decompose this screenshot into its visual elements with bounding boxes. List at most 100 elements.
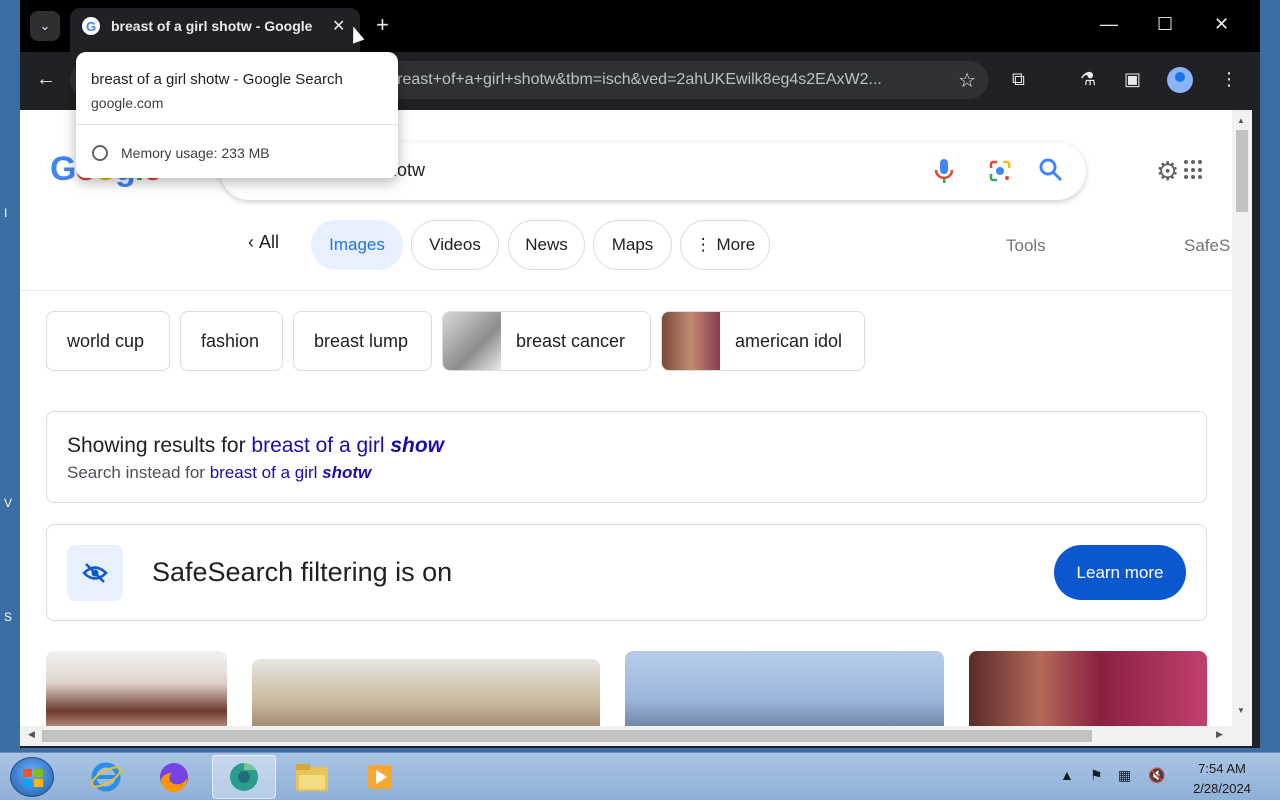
clock-date: 2/28/2024 (1193, 781, 1251, 796)
hover-card-domain: google.com (91, 95, 164, 111)
google-search-page: Google shotw ⚙ ‹ All (20, 110, 1232, 726)
original-query-text: breast of a girl (209, 463, 323, 482)
desktop-edge-glyph: I (4, 206, 8, 220)
close-tab-icon[interactable]: ✕ (332, 16, 345, 36)
instead-prefix: Search instead for (67, 463, 210, 482)
refinement-label: fashion (201, 330, 260, 351)
tab-strip: ⌄ G breast of a girl shotw - Google ✕ + … (20, 0, 1260, 52)
scroll-left-arrow-icon[interactable]: ◀ (28, 729, 35, 740)
refinement-chip[interactable]: breast cancer (442, 311, 651, 371)
original-query-link[interactable]: breast of a girl shotw (210, 463, 372, 482)
scroll-right-arrow-icon[interactable]: ▶ (1216, 729, 1223, 740)
safesearch-card: SafeSearch filtering is on Learn more (46, 524, 1207, 621)
tab-maps[interactable]: Maps (593, 220, 672, 270)
hover-card-title: breast of a girl shotw - Google Search (91, 71, 343, 88)
refinement-thumbnail (443, 312, 501, 370)
original-word: shotw (322, 463, 372, 482)
refinement-label: world cup (67, 330, 145, 351)
vertical-scrollbar[interactable]: ▲ ▼ (1232, 110, 1252, 726)
corrected-query-text: breast of a girl (251, 434, 391, 457)
refinement-chip[interactable]: world cup (46, 311, 170, 371)
image-result[interactable] (969, 651, 1207, 726)
tools-button[interactable]: Tools (1006, 236, 1046, 256)
refinement-thumbnail (662, 312, 720, 370)
desktop-edge-glyph: V (4, 496, 13, 510)
horizontal-scrollbar[interactable]: ◀ ▶ (20, 726, 1252, 746)
nav-all-label: All (259, 232, 280, 252)
spelling-correction-card: Showing results for breast of a girl sho… (46, 411, 1207, 503)
action-center-flag-icon[interactable]: ⚑ (1090, 767, 1103, 784)
bookmark-star-icon[interactable]: ☆ (958, 68, 976, 93)
minimize-button[interactable]: — (1100, 14, 1118, 35)
refinement-label: breast lump (314, 330, 409, 351)
refinement-chip[interactable]: fashion (180, 311, 283, 371)
hover-card-divider (76, 124, 398, 125)
labs-flask-icon[interactable]: ⚗ (1080, 69, 1096, 90)
nav-all-tab[interactable]: ‹ All (240, 220, 287, 265)
chevron-left-icon: ‹ (248, 232, 259, 252)
url-text: q=breast+of+a+girl+shotw&tbm=isch&ved=2a… (370, 71, 882, 88)
side-panel-icon[interactable]: ▣ (1124, 69, 1141, 90)
refinement-label: american idol (735, 330, 843, 351)
google-favicon-icon: G (82, 17, 100, 35)
showing-results-line: Showing results for breast of a girl sho… (67, 434, 444, 458)
tab-more[interactable]: ⋮ More (680, 220, 770, 270)
windows-taskbar: ▲ ⚑ ▦ 🔇 7:54 AM 2/28/2024 (0, 752, 1280, 800)
internet-explorer-icon[interactable] (74, 755, 138, 799)
profile-avatar-icon[interactable] (1167, 67, 1193, 93)
browser-tab[interactable]: G breast of a girl shotw - Google ✕ (70, 8, 360, 52)
corrected-word: show (390, 434, 444, 457)
show-hidden-icons-arrow[interactable]: ▲ (1060, 767, 1074, 783)
refinement-chip[interactable]: american idol (661, 311, 865, 371)
tab-videos[interactable]: Videos (411, 220, 499, 270)
tab-search-button[interactable]: ⌄ (30, 11, 60, 41)
google-apps-grid-icon[interactable] (1184, 160, 1204, 180)
image-result[interactable] (252, 659, 600, 726)
tab-news[interactable]: News (508, 220, 585, 270)
desktop-edge-glyph: S (4, 610, 13, 624)
search-instead-line: Search instead for breast of a girl shot… (67, 463, 371, 483)
tab-title: breast of a girl shotw - Google (111, 18, 313, 34)
safesearch-menu[interactable]: SafeS (1184, 236, 1230, 256)
refinement-label: breast cancer (516, 330, 626, 351)
system-clock[interactable]: 7:54 AM 2/28/2024 (1182, 759, 1262, 799)
image-result[interactable] (625, 651, 944, 726)
search-icon[interactable] (1038, 157, 1064, 183)
chrome-taskbar-icon[interactable] (212, 755, 276, 799)
header-divider (20, 290, 1232, 291)
safesearch-title: SafeSearch filtering is on (152, 557, 453, 587)
browser-menu-icon[interactable]: ⋮ (1220, 69, 1238, 90)
extensions-puzzle-icon[interactable]: ⧉ (1012, 69, 1025, 90)
scroll-down-arrow-icon[interactable]: ▼ (1237, 706, 1245, 715)
start-button[interactable] (10, 757, 54, 797)
memory-gauge-icon (92, 145, 108, 161)
refinement-chip[interactable]: breast lump (293, 311, 432, 371)
horizontal-scroll-thumb[interactable] (42, 730, 1092, 742)
network-icon[interactable]: ▦ (1118, 767, 1131, 784)
windows-logo-icon (23, 769, 43, 787)
settings-gear-icon[interactable]: ⚙ (1156, 156, 1179, 187)
microphone-icon[interactable] (932, 158, 956, 184)
image-result[interactable] (46, 651, 227, 726)
new-tab-button[interactable]: + (376, 13, 389, 37)
hover-card-memory: Memory usage: 233 MB (121, 145, 270, 161)
learn-more-button[interactable]: Learn more (1054, 545, 1186, 600)
tab-more-label: More (716, 235, 756, 254)
vertical-scroll-thumb[interactable] (1236, 130, 1248, 212)
tab-images[interactable]: Images (311, 220, 403, 270)
firefox-icon[interactable] (142, 755, 206, 799)
media-player-icon[interactable] (348, 755, 412, 799)
clock-time: 7:54 AM (1198, 761, 1246, 776)
scroll-up-arrow-icon[interactable]: ▲ (1237, 116, 1245, 125)
browser-window: ⌄ G breast of a girl shotw - Google ✕ + … (20, 0, 1260, 748)
showing-prefix: Showing results for (67, 434, 252, 457)
maximize-button[interactable]: ☐ (1157, 14, 1173, 35)
volume-muted-icon[interactable]: 🔇 (1148, 767, 1165, 784)
back-arrow-icon[interactable]: ← (36, 68, 56, 91)
tab-hover-card: breast of a girl shotw - Google Search g… (76, 52, 398, 178)
corrected-query-link[interactable]: breast of a girl show (251, 434, 444, 457)
google-lens-icon[interactable] (988, 159, 1012, 183)
close-window-button[interactable]: ✕ (1214, 14, 1229, 35)
more-vertical-icon: ⋮ (694, 235, 717, 254)
file-explorer-icon[interactable] (280, 755, 344, 799)
